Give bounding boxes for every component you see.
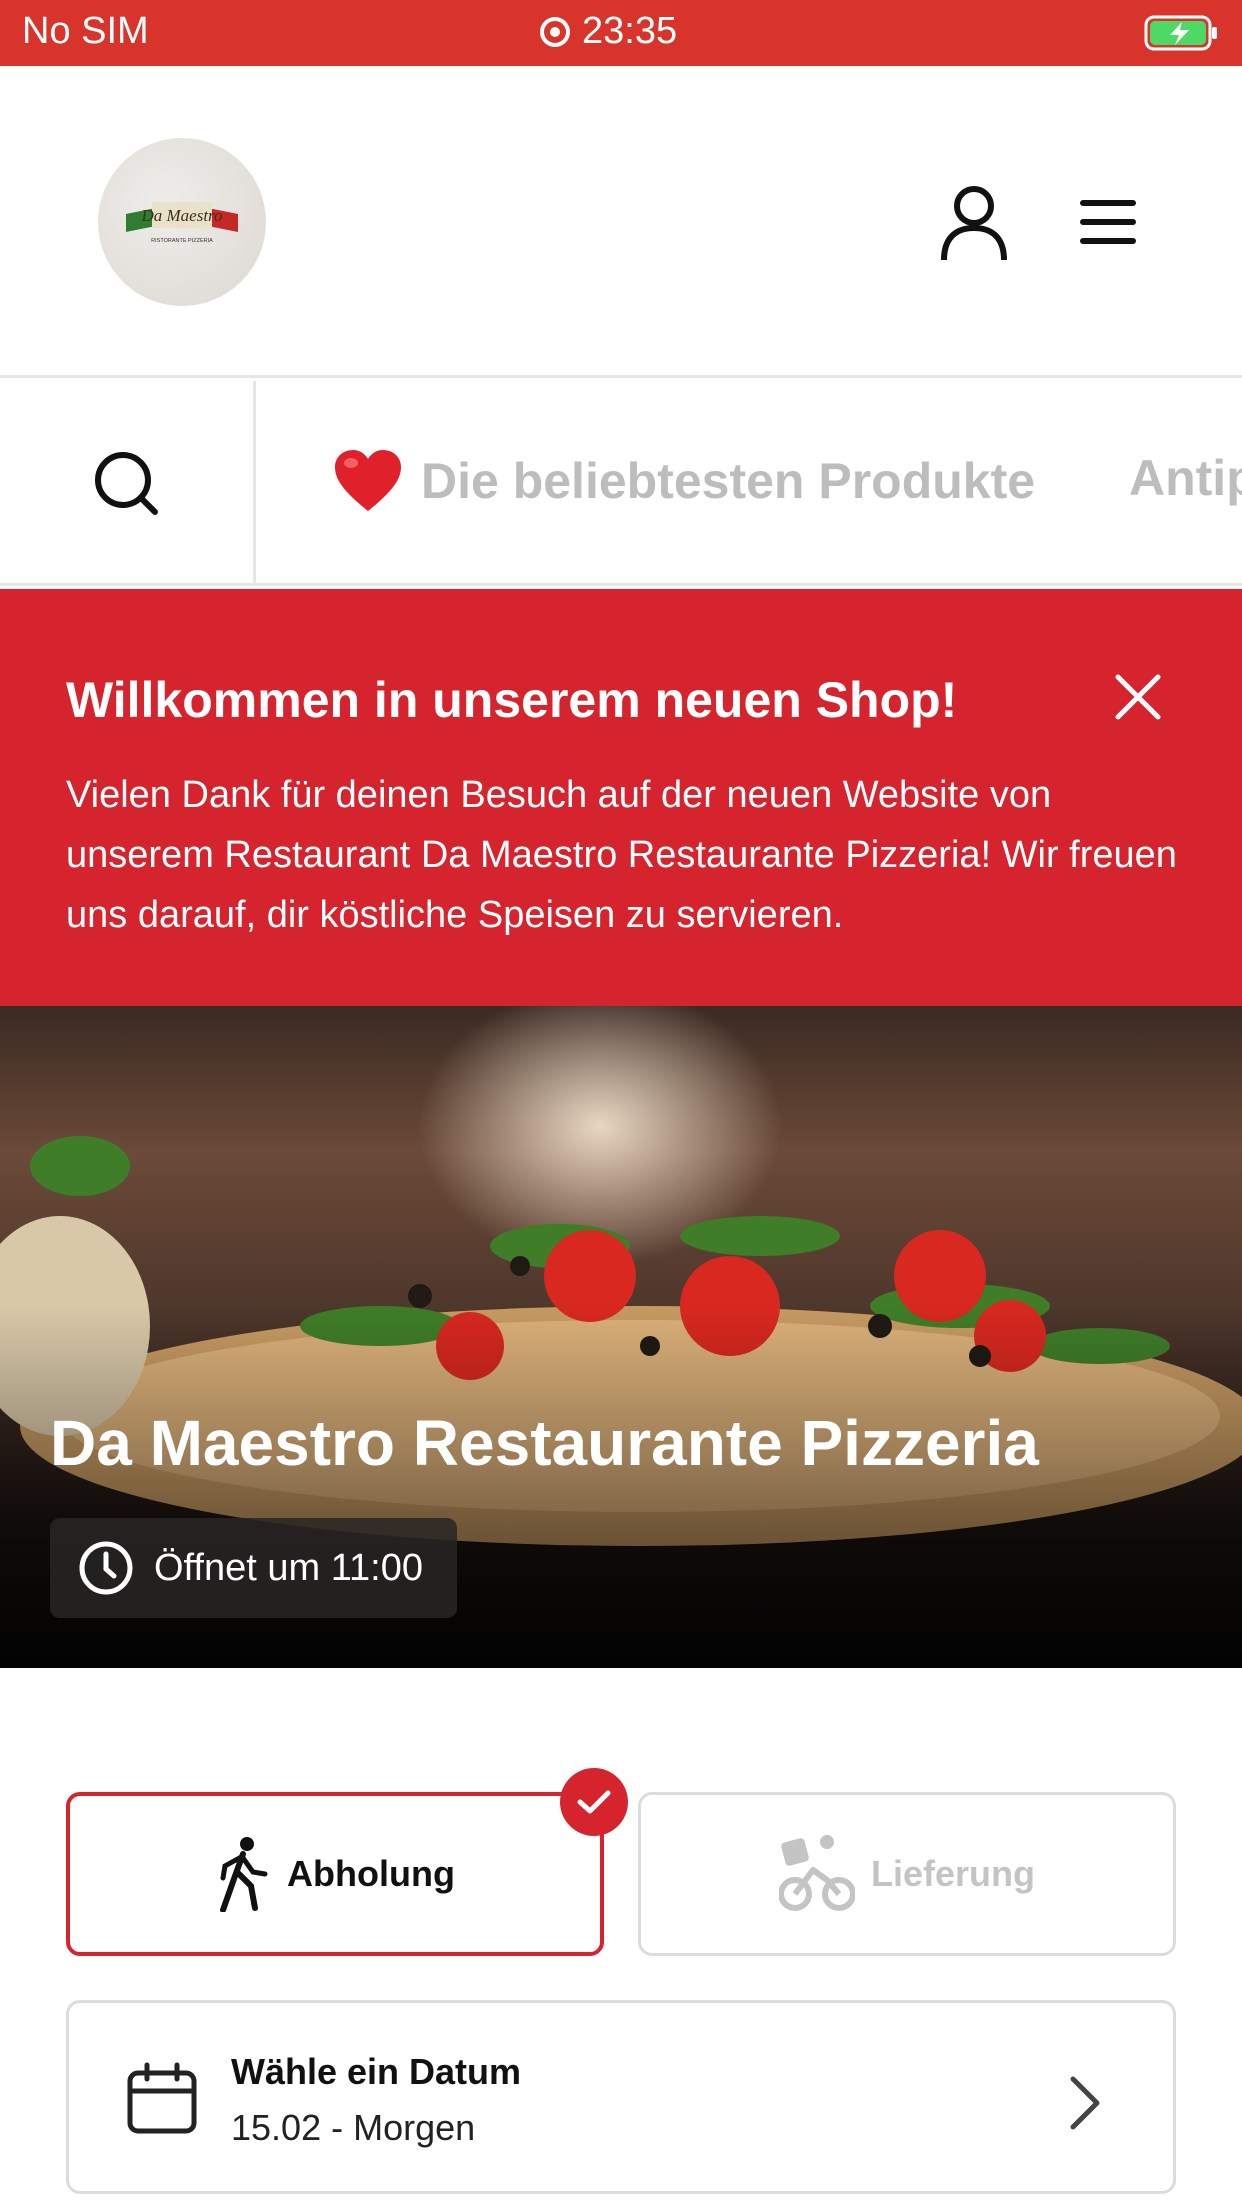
banner-title: Willkommen in unserem neuen Shop! (66, 672, 958, 728)
account-icon[interactable] (938, 184, 1010, 264)
restaurant-name: Da Maestro Restaurante Pizzeria (50, 1407, 1039, 1479)
category-label: Antip (1129, 450, 1242, 506)
pickup-label: Abholung (287, 1853, 455, 1894)
date-selector[interactable]: Wähle ein Datum 15.02 - Morgen (66, 2000, 1176, 2194)
delivery-label: Lieferung (870, 1853, 1035, 1894)
walking-icon (220, 1837, 268, 1912)
banner-text: Vielen Dank für deinen Besuch auf der ne… (66, 774, 1177, 936)
clock-time: 23:35 (582, 10, 678, 52)
logo-tagline: RISTORANTE PIZZERIA (151, 238, 213, 244)
status-bar: No SIM 23:35 (0, 0, 1242, 66)
selected-check-icon (560, 1768, 628, 1836)
hero-section: Da Maestro Restaurante Pizzeria Öffnet u… (0, 1006, 1242, 1668)
clock-icon (79, 1541, 133, 1595)
category-label: Die beliebtesten Produkte (421, 453, 1036, 509)
date-value: 15.02 - Morgen (231, 2107, 476, 2148)
restaurant-logo[interactable]: Da Maestro RISTORANTE PIZZERIA (98, 138, 266, 306)
welcome-banner: Willkommen in unserem neuen Shop! Vielen… (0, 589, 1242, 1006)
calendar-icon (127, 2062, 197, 2134)
heart-icon (335, 450, 401, 511)
bicycle-delivery-icon (778, 1835, 855, 1911)
battery-charging-icon (1144, 15, 1217, 51)
opening-hours-text: Öffnet um 11:00 (154, 1546, 423, 1589)
chevron-right-icon (1070, 2076, 1100, 2130)
search-button[interactable] (0, 381, 256, 586)
recording-icon (540, 16, 570, 47)
close-icon[interactable] (1112, 671, 1164, 723)
logo-name: Da Maestro (140, 206, 222, 225)
site-header: Da Maestro RISTORANTE PIZZERIA (0, 66, 1242, 378)
opening-hours-badge: Öffnet um 11:00 (50, 1518, 457, 1618)
date-title: Wähle ein Datum (231, 2051, 522, 2092)
logo-artwork: Da Maestro RISTORANTE PIZZERIA (126, 202, 238, 244)
category-popular[interactable]: Die beliebtesten Produkte (333, 449, 1035, 513)
category-antipasti[interactable]: Antip (1129, 449, 1242, 507)
search-icon (94, 451, 158, 515)
delivery-button[interactable]: Lieferung (638, 1792, 1176, 1956)
carrier-label: No SIM (22, 10, 149, 52)
category-bar: Die beliebtesten Produkte Antip (0, 381, 1242, 586)
pickup-button[interactable]: Abholung (66, 1792, 604, 1956)
category-scroller[interactable]: Die beliebtesten Produkte Antip (259, 381, 1242, 586)
status-center: 23:35 (540, 10, 677, 53)
hamburger-menu-icon[interactable] (1076, 196, 1140, 248)
